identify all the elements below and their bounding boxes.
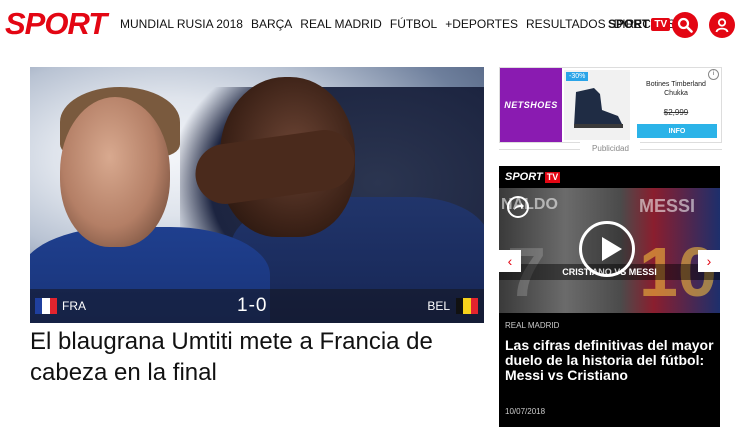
- sporttv-card[interactable]: SPORT TV NALDO MESSI 7 10 CRISTIANO VS M…: [499, 166, 720, 427]
- video-thumbnail[interactable]: NALDO MESSI 7 10 CRISTIANO VS MESSI ‹ ›: [499, 188, 720, 313]
- sporttv-card-tv-badge: TV: [544, 171, 561, 183]
- search-button[interactable]: [672, 12, 698, 38]
- play-icon[interactable]: [579, 221, 635, 277]
- tv-article-date: 10/07/2018: [505, 407, 546, 416]
- ad-banner[interactable]: NETSHOES -30% Botines Timberland Chukka …: [499, 67, 722, 143]
- user-icon: [715, 18, 729, 33]
- sporttv-card-logo-text: SPORT: [505, 171, 543, 183]
- tv-article-title[interactable]: Las cifras definitivas del mayor duelo d…: [505, 338, 715, 383]
- ad-info-button[interactable]: INFO: [637, 124, 717, 138]
- ad-label: Publicidad: [592, 144, 629, 153]
- nav-item-barca[interactable]: BARÇA: [251, 16, 292, 32]
- carousel-prev-button[interactable]: ‹: [499, 250, 521, 272]
- site-header: SPORT MUNDIAL RUSIA 2018 BARÇA REAL MADR…: [0, 0, 740, 56]
- nav-item-resultados[interactable]: RESULTADOS: [526, 16, 606, 32]
- match-score: 1-0: [237, 295, 268, 316]
- ad-product-title: Botines Timberland Chukka: [646, 81, 706, 97]
- share-icon[interactable]: [507, 196, 529, 218]
- ad-price: $2,999: [663, 108, 689, 117]
- belgium-flag-icon: [456, 298, 478, 314]
- video-text-right: MESSI: [639, 196, 696, 216]
- team-away: BEL: [427, 299, 450, 313]
- main-nav: MUNDIAL RUSIA 2018 BARÇA REAL MADRID FÚT…: [120, 16, 683, 32]
- france-flag-icon: [35, 298, 57, 314]
- search-icon: [677, 17, 693, 33]
- sporttv-card-logo: SPORT TV: [505, 171, 561, 183]
- team-home: FRA: [62, 299, 86, 313]
- nav-item-mundial[interactable]: MUNDIAL RUSIA 2018: [120, 16, 243, 32]
- chevron-left-icon: ‹: [507, 253, 513, 269]
- hero-player-head-left: [60, 97, 170, 247]
- hero-headline[interactable]: El blaugrana Umtiti mete a Francia de ca…: [30, 326, 500, 388]
- nav-item-real-madrid[interactable]: REAL MADRID: [300, 16, 382, 32]
- chevron-right-icon: ›: [706, 253, 712, 269]
- scoreboard: FRA 1-0 BEL: [30, 289, 484, 323]
- carousel-next-button[interactable]: ›: [698, 250, 720, 272]
- sporttv-tv-badge: TV: [651, 17, 671, 31]
- sport-logo[interactable]: SPORT: [5, 8, 107, 40]
- sporttv-link[interactable]: SPORT TV: [608, 16, 671, 32]
- sporttv-label: SPORT: [608, 17, 650, 31]
- ad-brand-logo: NETSHOES: [500, 68, 562, 142]
- nav-item-futbol[interactable]: FÚTBOL: [390, 16, 437, 32]
- ad-discount-badge: -30%: [566, 72, 589, 81]
- user-button[interactable]: [709, 12, 735, 38]
- tv-section-label[interactable]: REAL MADRID: [505, 321, 559, 330]
- nav-item-deportes[interactable]: +DEPORTES: [445, 16, 518, 32]
- hero-image[interactable]: FRA 1-0 BEL: [30, 67, 484, 323]
- ad-choices-icon[interactable]: i: [708, 69, 719, 80]
